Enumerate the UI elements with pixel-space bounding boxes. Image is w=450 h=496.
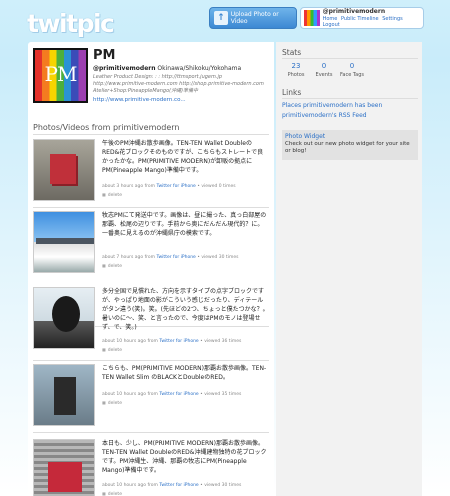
photo-caption: 本日も、少し、PM(PRIMITIVE MODERN)那覇お散歩画像。TEN-T… [102, 440, 267, 474]
profile-bio: Leather Product Design: : : http://ttmsp… [93, 74, 264, 94]
photo-meta: about 10 hours ago from Twitter for iPho… [102, 392, 241, 397]
stat-face-tags[interactable]: 0 Face Tags [338, 62, 366, 78]
sidebar: Stats 23 Photos 0 Events 0 Face Tags Lin… [276, 42, 422, 496]
photo-via-link[interactable]: Twitter for iPhone [157, 255, 196, 260]
photo-via-link[interactable]: Twitter for iPhone [159, 339, 198, 344]
photo-meta: about 10 hours ago from Twitter for iPho… [102, 483, 241, 488]
profile-handle[interactable]: @primitivemodern [93, 65, 156, 72]
stat-value: 23 [291, 62, 301, 70]
delete-link[interactable]: delete [102, 400, 122, 406]
stats-divider [282, 58, 418, 59]
photo-time: about 10 hours ago from [102, 339, 158, 344]
profile-name: PM [93, 48, 116, 63]
photo-views: • viewed 0 times [197, 184, 236, 189]
section-title: Photos/Videos from primitivemodern [33, 123, 180, 132]
profile-avatar[interactable]: PM [33, 48, 88, 103]
item-divider [33, 207, 269, 208]
photo-caption: 午後のPM沖縄お散歩画像。TEN-TEN Wallet DoubleのRED&花… [102, 140, 264, 174]
photo-caption: 多分全国で見慣れた、方向を示すタイプの点字ブロックですが、やっぱり地面の影がこう… [102, 288, 269, 331]
delete-link[interactable]: delete [102, 192, 122, 198]
logo-text-pic: pic [76, 9, 115, 38]
photo-meta: about 3 hours ago from Twitter for iPhon… [102, 184, 236, 189]
upload-arrow-icon: ↑ [214, 11, 228, 25]
delete-link[interactable]: delete [102, 491, 122, 496]
profile-location: Okinawa/Shikoku/Yokohama [157, 65, 242, 72]
nav-public-timeline-link[interactable]: Public Timeline [341, 16, 379, 22]
rss-feed-link[interactable]: primitivemodern's RSS Feed [282, 112, 367, 119]
stat-events[interactable]: 0 Events [310, 62, 338, 78]
upload-button-label: Upload Photo or Video [230, 11, 279, 25]
photo-caption: 牧志PMにて発送中です。画像は、昼に撮った、真っ白部屋の那覇、松尾の辺りです。手… [102, 212, 267, 237]
stat-value: 0 [349, 62, 355, 70]
delete-link[interactable]: delete [102, 263, 122, 269]
upload-photo-button[interactable]: ↑ Upload Photo or Video [209, 7, 297, 29]
stat-photos[interactable]: 23 Photos [282, 62, 310, 78]
stats-row: 23 Photos 0 Events 0 Face Tags [282, 62, 382, 78]
avatar-text: PM [44, 62, 78, 86]
photo-time: about 3 hours ago from [102, 184, 156, 189]
profile-handle-line: @primitivemodern Okinawa/Shikoku/Yokoham… [93, 65, 241, 72]
stat-label: Photos [287, 72, 305, 78]
user-avatar[interactable] [304, 10, 320, 26]
nav-settings-link[interactable]: Settings [382, 16, 403, 22]
photo-widget-link[interactable]: Photo Widget [285, 133, 415, 140]
user-name[interactable]: @primitivemodern [323, 8, 423, 15]
main-content: PM PM @primitivemodern Okinawa/Shikoku/Y… [28, 42, 274, 496]
photo-thumbnail[interactable] [33, 364, 95, 426]
photo-views: • viewed 30 times [197, 255, 239, 260]
stat-label: Face Tags [340, 72, 364, 78]
photo-views: • viewed 35 times [200, 392, 242, 397]
photo-views: • viewed 36 times [200, 339, 242, 344]
nav-logout-link[interactable]: Logout [323, 22, 340, 28]
item-divider [33, 360, 269, 361]
photo-thumbnail[interactable] [33, 439, 95, 496]
photo-time: about 10 hours ago from [102, 392, 158, 397]
photo-caption: こちらも、PM(PRIMITIVE MODERN)那覇お散歩画像。TEN-TEN… [102, 365, 267, 381]
photo-via-link[interactable]: Twitter for iPhone [159, 392, 198, 397]
section-divider [33, 134, 269, 135]
photo-meta: about 7 hours ago from Twitter for iPhon… [102, 255, 238, 260]
user-menu: @primitivemodern Home Public Timeline Se… [300, 7, 424, 29]
photo-time: about 7 hours ago from [102, 255, 156, 260]
photo-via-link[interactable]: Twitter for iPhone [157, 184, 196, 189]
stat-label: Events [315, 72, 333, 78]
twitpic-logo[interactable]: twitpic [27, 9, 115, 38]
photo-widget-desc: Check out our new photo widget for your … [285, 141, 410, 154]
photo-thumbnail[interactable] [33, 211, 95, 273]
delete-link[interactable]: delete [102, 347, 122, 353]
places-link[interactable]: Places primitivemodern has been [282, 102, 382, 109]
photo-thumbnail[interactable] [33, 287, 95, 349]
photo-via-link[interactable]: Twitter for iPhone [159, 483, 198, 488]
logo-text-twit: twit [27, 9, 78, 38]
user-nav: Home Public Timeline Settings Logout [323, 16, 423, 28]
stat-value: 0 [321, 62, 327, 70]
photo-views: • viewed 30 times [200, 483, 242, 488]
photo-meta: about 10 hours ago from Twitter for iPho… [102, 339, 241, 344]
links-divider [282, 98, 418, 99]
links-title: Links [282, 88, 302, 97]
stats-title: Stats [282, 48, 302, 57]
photo-widget-box: Photo Widget Check out our new photo wid… [282, 130, 418, 160]
photo-time: about 10 hours ago from [102, 483, 158, 488]
item-divider [33, 432, 269, 433]
photo-thumbnail[interactable] [33, 139, 95, 201]
profile-url-link[interactable]: http://www.primitive-modern.co... [93, 97, 186, 103]
